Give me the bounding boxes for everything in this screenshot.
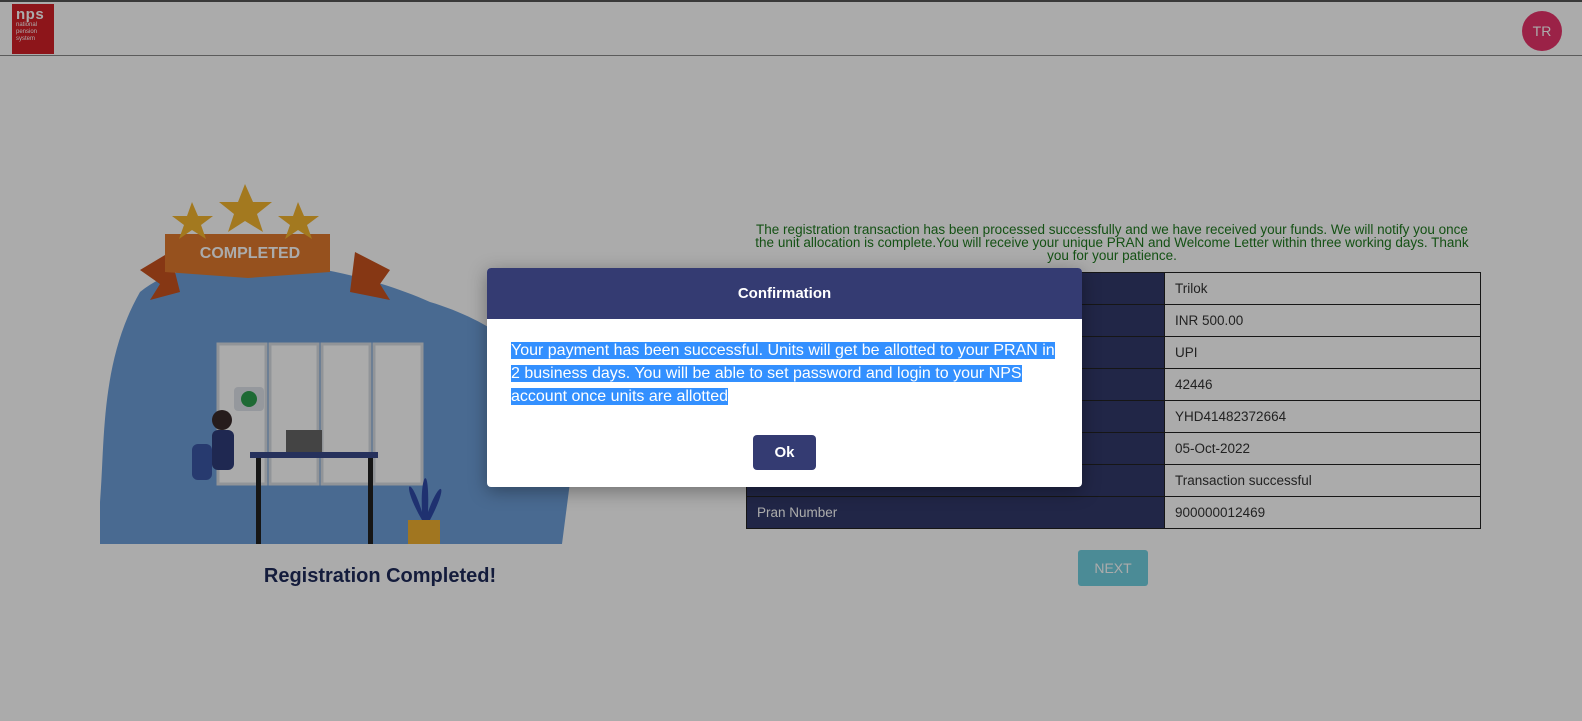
page: nps national pension system TR COMPLETED… bbox=[0, 0, 1582, 721]
dialog-body: Your payment has been successful. Units … bbox=[487, 319, 1082, 414]
ok-button[interactable]: Ok bbox=[753, 435, 816, 470]
confirmation-dialog: Confirmation Your payment has been succe… bbox=[487, 268, 1082, 487]
dialog-title: Confirmation bbox=[487, 268, 1082, 319]
dialog-message: Your payment has been successful. Units … bbox=[511, 342, 1055, 405]
